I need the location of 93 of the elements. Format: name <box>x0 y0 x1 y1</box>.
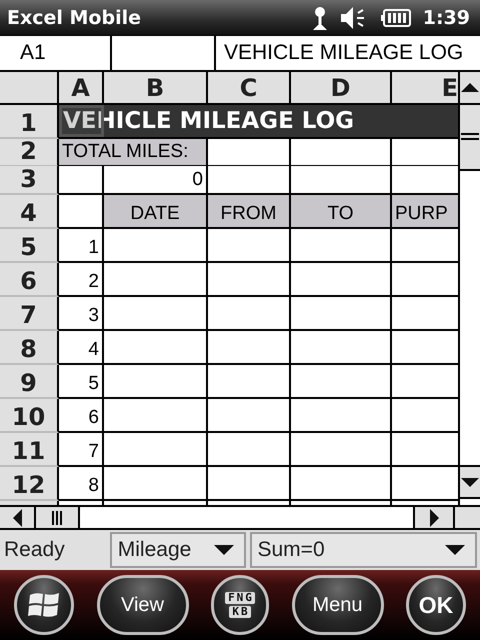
table-cell[interactable]: PURP <box>392 195 458 229</box>
title-cell[interactable]: VEHICLE MILEAGE LOG <box>59 105 458 139</box>
row-header[interactable]: 10 <box>0 399 59 433</box>
row-header[interactable]: 5 <box>0 229 59 263</box>
battery-icon <box>380 8 411 26</box>
table-cell[interactable] <box>392 166 458 195</box>
dropdown-arrow-icon <box>445 545 466 555</box>
table-cell[interactable] <box>291 166 392 195</box>
table-cell[interactable] <box>291 331 392 365</box>
row-header[interactable]: 3 <box>0 166 59 195</box>
scroll-thumb[interactable] <box>460 105 480 171</box>
table-cell[interactable] <box>104 229 208 263</box>
column-header[interactable]: D <box>291 72 392 105</box>
soft-key-button[interactable]: Menu <box>292 575 384 635</box>
antenna-icon <box>310 6 329 30</box>
row-header[interactable]: 1 <box>0 105 59 139</box>
row-header[interactable]: 8 <box>0 331 59 365</box>
table-cell[interactable] <box>291 139 392 167</box>
table-cell[interactable] <box>104 399 208 433</box>
scroll-up-button[interactable] <box>460 72 480 105</box>
table-cell[interactable] <box>104 263 208 297</box>
dropdown-arrow-icon <box>214 545 234 555</box>
table-cell[interactable] <box>208 297 291 331</box>
column-header[interactable]: A <box>59 72 104 105</box>
right-arrow-icon <box>430 508 438 526</box>
scroll-down-button[interactable] <box>460 465 480 499</box>
function-field[interactable] <box>112 36 214 70</box>
grip-icon <box>52 510 62 524</box>
scroll-right-button[interactable] <box>415 507 455 528</box>
table-cell[interactable] <box>104 297 208 331</box>
keyboard-button[interactable]: FNG KB <box>211 575 269 635</box>
clock-time: 1:39 <box>422 6 470 28</box>
column-header[interactable]: B <box>104 72 208 105</box>
left-arrow-icon <box>12 508 22 526</box>
table-cell[interactable] <box>208 263 291 297</box>
row-header[interactable]: 6 <box>0 263 59 297</box>
table-cell[interactable] <box>291 365 392 399</box>
row-header[interactable]: 2 <box>0 139 59 167</box>
label-cell[interactable]: TOTAL MILES: <box>59 139 208 167</box>
table-cell[interactable] <box>208 331 291 365</box>
table-cell[interactable]: 5 <box>59 365 104 399</box>
sheet-dropdown[interactable]: Mileage <box>110 532 246 568</box>
row-header[interactable]: 7 <box>0 297 59 331</box>
table-cell[interactable] <box>208 365 291 399</box>
app-title: Excel Mobile <box>7 6 142 28</box>
row-header[interactable]: 12 <box>0 467 59 501</box>
scroll-thumb[interactable] <box>36 507 80 528</box>
table-cell[interactable] <box>104 433 208 467</box>
row-header[interactable]: 4 <box>0 195 59 229</box>
table-cell[interactable]: 6 <box>59 399 104 433</box>
table-cell[interactable] <box>291 263 392 297</box>
table-cell[interactable] <box>291 297 392 331</box>
table-cell[interactable] <box>291 229 392 263</box>
scroll-corner <box>455 507 480 528</box>
table-cell[interactable] <box>208 166 291 195</box>
table-cell[interactable]: 4 <box>59 331 104 365</box>
table-cell[interactable]: FROM <box>208 195 291 229</box>
cell-reference-field[interactable]: A1 <box>0 36 110 70</box>
table-cell[interactable] <box>291 467 392 501</box>
table-cell[interactable]: 3 <box>59 297 104 331</box>
table-cell[interactable] <box>59 195 104 229</box>
formula-field[interactable]: VEHICLE MILEAGE LOG <box>216 36 480 70</box>
ok-button[interactable]: OK <box>406 575 466 635</box>
table-cell[interactable] <box>208 139 291 167</box>
windows-flag-icon <box>28 590 60 620</box>
table-cell[interactable] <box>208 229 291 263</box>
table-cell[interactable]: 2 <box>59 263 104 297</box>
table-cell[interactable] <box>104 467 208 501</box>
summary-dropdown[interactable]: Sum=0 <box>250 532 478 568</box>
up-arrow-icon <box>461 83 479 92</box>
table-cell[interactable]: 1 <box>59 229 104 263</box>
status-text: Ready <box>4 538 66 562</box>
table-cell[interactable]: DATE <box>104 195 208 229</box>
column-header[interactable]: C <box>208 72 291 105</box>
table-cell[interactable]: 8 <box>59 467 104 501</box>
table-cell[interactable]: TO <box>291 195 392 229</box>
column-header[interactable]: E <box>392 72 458 105</box>
table-cell[interactable] <box>208 433 291 467</box>
table-cell[interactable]: 0 <box>104 166 208 195</box>
row-header[interactable]: 9 <box>0 365 59 399</box>
soft-key-button[interactable]: View <box>96 575 188 635</box>
table-cell[interactable] <box>104 365 208 399</box>
corner-header[interactable] <box>0 72 59 105</box>
down-arrow-icon <box>461 478 479 486</box>
row-header[interactable]: 11 <box>0 433 59 467</box>
table-cell[interactable] <box>208 467 291 501</box>
scroll-left-button[interactable] <box>0 507 36 528</box>
table-cell[interactable] <box>59 166 104 195</box>
table-cell[interactable] <box>291 399 392 433</box>
table-cell[interactable]: 7 <box>59 433 104 467</box>
table-cell[interactable] <box>291 433 392 467</box>
table-cell[interactable] <box>208 399 291 433</box>
table-cell[interactable] <box>104 331 208 365</box>
